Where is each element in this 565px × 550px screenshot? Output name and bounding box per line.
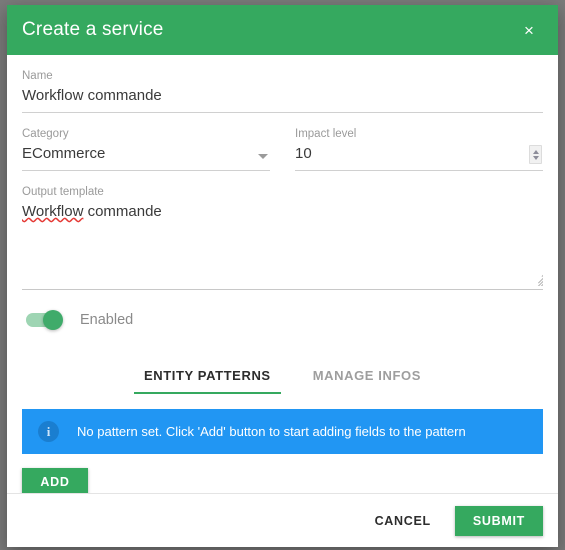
category-field-group: Category xyxy=(22,127,270,171)
dialog-body: Name Category Impact level Output templa… xyxy=(7,55,558,493)
resize-grip-icon[interactable] xyxy=(530,273,543,286)
info-banner: i No pattern set. Click 'Add' button to … xyxy=(22,409,543,454)
enabled-toggle-row: Enabled xyxy=(26,306,543,334)
enabled-toggle-label: Enabled xyxy=(80,312,134,328)
category-select[interactable] xyxy=(22,143,270,171)
cancel-button[interactable]: CANCEL xyxy=(361,506,445,536)
output-template-value: Workflow commande xyxy=(22,201,543,222)
close-icon[interactable]: × xyxy=(516,17,542,43)
info-banner-message: No pattern set. Click 'Add' button to st… xyxy=(77,424,466,439)
quantity-stepper[interactable] xyxy=(529,145,542,164)
output-template-field-group: Output template Workflow commande xyxy=(22,185,543,290)
toggle-thumb xyxy=(43,310,63,330)
impact-level-input[interactable] xyxy=(295,143,543,171)
category-label: Category xyxy=(22,128,69,140)
misspelled-word: Workflow xyxy=(22,203,84,220)
dialog-title: Create a service xyxy=(22,19,164,40)
tab-bar: ENTITY PATTERNS MANAGE INFOS xyxy=(22,362,543,394)
submit-button[interactable]: SUBMIT xyxy=(454,505,543,536)
name-input[interactable] xyxy=(22,85,543,113)
stepper-down-icon[interactable] xyxy=(532,155,539,160)
info-circle-icon: i xyxy=(38,421,59,442)
output-template-rest: commande xyxy=(83,203,162,220)
tab-manage-infos[interactable]: MANAGE INFOS xyxy=(303,362,431,394)
name-field-group: Name xyxy=(22,69,543,113)
dialog-footer: CANCEL SUBMIT xyxy=(7,493,558,547)
output-template-textarea[interactable]: Workflow commande xyxy=(22,201,543,290)
category-impact-row: Category Impact level xyxy=(22,127,543,171)
enabled-toggle[interactable] xyxy=(26,310,63,330)
create-service-dialog: Create a service × Name Category Impact … xyxy=(7,5,558,547)
tab-entity-patterns[interactable]: ENTITY PATTERNS xyxy=(133,362,281,394)
dialog-header: Create a service × xyxy=(7,5,558,55)
add-button[interactable]: ADD xyxy=(22,468,88,493)
impact-level-label: Impact level xyxy=(295,128,357,140)
impact-level-field-group: Impact level xyxy=(295,127,543,171)
stepper-up-icon[interactable] xyxy=(532,149,539,154)
output-template-label: Output template xyxy=(22,186,104,198)
name-label: Name xyxy=(22,70,53,82)
